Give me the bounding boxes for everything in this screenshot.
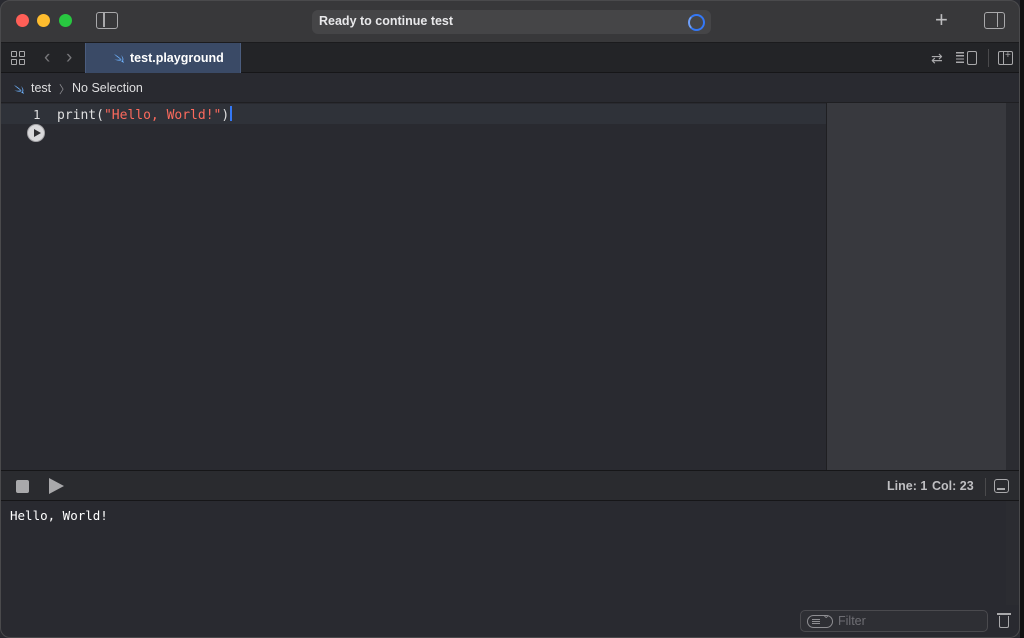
plus-icon[interactable]: + (935, 8, 948, 32)
activity-status: Ready to continue test (312, 10, 711, 34)
status-text: Ready to continue test (319, 14, 454, 28)
breadcrumb: test 〉 No Selection (0, 74, 1020, 103)
code-string: "Hello, World!" (103, 108, 222, 123)
code-paren: ) (221, 108, 230, 123)
editor-scrollbar[interactable] (1006, 103, 1020, 470)
sidebar-toggle-icon[interactable] (96, 12, 118, 29)
chevron-left-icon[interactable]: ‹ (44, 48, 50, 68)
filter-input[interactable]: Filter (800, 610, 988, 632)
swift-icon (14, 85, 24, 94)
list-icon[interactable] (956, 51, 978, 65)
results-sidebar (826, 103, 1006, 470)
column-indicator: Col: 23 (932, 479, 974, 493)
divider (988, 49, 989, 67)
tab-test-playground[interactable]: test.playground (85, 43, 241, 73)
close-icon[interactable] (16, 14, 29, 27)
trash-icon[interactable] (997, 613, 1011, 628)
console-output: Hello, World! (10, 508, 108, 523)
console-toggle-icon[interactable] (994, 479, 1009, 493)
tab-bar: ‹ › test.playground ⇄ (0, 43, 1020, 73)
breadcrumb-project[interactable]: test (31, 81, 51, 95)
stop-icon[interactable] (16, 480, 29, 493)
inspector-icon[interactable] (984, 12, 1005, 29)
chevron-right-icon[interactable]: › (66, 48, 72, 68)
add-editor-icon[interactable] (998, 49, 1013, 65)
line-indicator: Line: 1 (887, 479, 928, 493)
tab-label: test.playground (130, 51, 224, 65)
minimize-icon[interactable] (37, 14, 50, 27)
code-editor[interactable]: 1 print("Hello, World!") (0, 103, 826, 470)
maximize-icon[interactable] (59, 14, 72, 27)
code-line[interactable]: print("Hello, World!") (57, 106, 233, 123)
code-function: print( (57, 108, 104, 123)
filter-placeholder: Filter (838, 614, 866, 628)
grid-icon[interactable] (11, 51, 25, 65)
screen-edge (1020, 0, 1024, 638)
line-number: 1 (33, 107, 41, 122)
spinner-icon (688, 14, 705, 31)
breadcrumb-selection[interactable]: No Selection (72, 81, 143, 95)
console-scrollbar[interactable] (1006, 501, 1020, 605)
divider (985, 478, 986, 496)
debug-bar: Line: 1 Col: 23 (0, 470, 1020, 501)
swift-icon (114, 54, 124, 63)
play-icon[interactable] (49, 478, 64, 494)
play-circle-icon[interactable] (27, 124, 45, 142)
filter-icon[interactable] (807, 610, 833, 628)
chevron-right-icon: 〉 (59, 84, 70, 96)
xcode-window: Ready to continue test + ‹ › test.playgr… (0, 0, 1024, 638)
title-bar: Ready to continue test + (0, 0, 1020, 43)
swap-icon[interactable]: ⇄ (931, 51, 943, 65)
text-caret (230, 106, 233, 121)
